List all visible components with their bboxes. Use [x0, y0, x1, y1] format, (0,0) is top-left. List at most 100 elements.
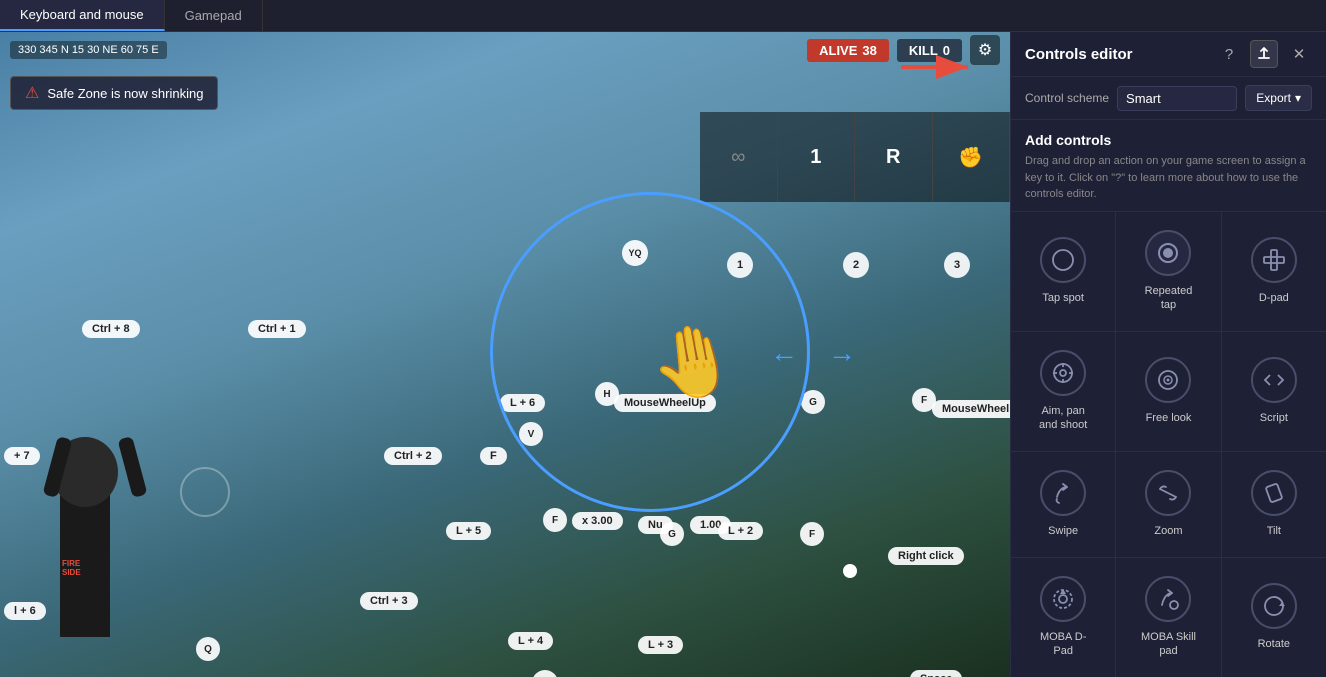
swipe-label: Swipe — [1048, 524, 1078, 538]
add-controls-title: Add controls — [1025, 132, 1312, 148]
moba-skill-icon — [1145, 576, 1191, 622]
settings-button[interactable]: ⚙ — [970, 35, 1000, 65]
inventory-strip: ∞ 1 R ✊ — [700, 112, 1010, 202]
kill-stat: KILL 0 — [897, 39, 962, 62]
zoom-icon — [1145, 470, 1191, 516]
control-swipe[interactable]: Swipe — [1011, 452, 1115, 557]
compass: 330 345 N 15 30 NE 60 75 E — [10, 41, 167, 59]
control-repeated-tap[interactable]: Repeatedtap — [1116, 212, 1220, 331]
key-mousedown[interactable]: MouseWheelDown — [932, 400, 1010, 418]
zoom-label: Zoom — [1154, 524, 1182, 538]
controls-panel: Controls editor ? ✕ Control scheme Smart… — [1010, 32, 1326, 677]
key-ctrl1[interactable]: Ctrl + 1 — [248, 320, 306, 338]
key-f4[interactable]: F — [800, 522, 824, 546]
repeated-tap-icon — [1145, 230, 1191, 276]
key-l6b[interactable]: l + 6 — [4, 602, 46, 620]
free-look-label: Free look — [1146, 411, 1192, 425]
tab-bar: Keyboard and mouse Gamepad — [0, 0, 1326, 32]
control-scheme-row: Control scheme Smart Classic Custom Expo… — [1011, 77, 1326, 120]
character-silhouette: FIRESIDE — [30, 437, 150, 637]
arrow-right-icon: → — [828, 337, 856, 369]
key-l2[interactable]: L + 2 — [718, 522, 763, 540]
warning-icon: ⚠ — [25, 83, 39, 103]
game-viewport: 330 345 N 15 30 NE 60 75 E ALIVE 38 KILL… — [0, 32, 1010, 677]
num-circle-2: 2 — [843, 252, 869, 278]
key-f1[interactable]: F — [480, 447, 507, 465]
key-q1[interactable]: Q — [196, 637, 220, 661]
hud-stats: ALIVE 38 KILL 0 ⚙ — [807, 35, 1000, 65]
inv-fist: ✊ — [933, 112, 1011, 202]
control-zoom[interactable]: Zoom — [1116, 452, 1220, 557]
control-tap-spot[interactable]: Tap spot — [1011, 212, 1115, 331]
gesture-hand-icon: 🤚 — [644, 315, 744, 411]
panel-close-button[interactable]: ✕ — [1286, 41, 1312, 67]
add-controls-desc: Drag and drop an action on your game scr… — [1025, 153, 1312, 203]
tap-spot-label: Tap spot — [1042, 291, 1084, 305]
gesture-dot — [843, 564, 857, 578]
aim-pan-icon — [1040, 350, 1086, 396]
control-d-pad[interactable]: D-pad — [1222, 212, 1326, 331]
hud-top-bar: 330 345 N 15 30 NE 60 75 E ALIVE 38 KILL… — [0, 32, 1010, 68]
panel-title: Controls editor — [1025, 46, 1133, 63]
tab-keyboard[interactable]: Keyboard and mouse — [0, 0, 165, 31]
key-g1[interactable]: G — [801, 390, 825, 414]
movement-circle — [180, 467, 230, 517]
key-l3[interactable]: L + 3 — [638, 636, 683, 654]
control-aim-pan[interactable]: Aim, panand shoot — [1011, 332, 1115, 451]
scheme-label: Control scheme — [1025, 91, 1109, 105]
tilt-icon — [1251, 470, 1297, 516]
tab-gamepad[interactable]: Gamepad — [165, 0, 263, 31]
script-label: Script — [1260, 411, 1288, 425]
control-rotate[interactable]: Rotate — [1222, 558, 1326, 677]
control-moba-dpad[interactable]: MOBA D-Pad — [1011, 558, 1115, 677]
alive-stat: ALIVE 38 — [807, 39, 889, 62]
panel-export-icon-button[interactable] — [1250, 40, 1278, 68]
main-area: 330 345 N 15 30 NE 60 75 E ALIVE 38 KILL… — [0, 32, 1326, 677]
key-ctrl8[interactable]: Ctrl + 8 — [82, 320, 140, 338]
rotate-label: Rotate — [1258, 637, 1290, 651]
key-ctrl3[interactable]: Ctrl + 3 — [360, 592, 418, 610]
control-moba-skill[interactable]: MOBA Skillpad — [1116, 558, 1220, 677]
key-l4[interactable]: L + 4 — [508, 632, 553, 650]
free-look-icon — [1145, 357, 1191, 403]
scheme-select[interactable]: Smart Classic Custom — [1117, 86, 1237, 111]
d-pad-label: D-pad — [1259, 291, 1289, 305]
controls-grid: Tap spot Repeatedtap — [1011, 212, 1326, 677]
key-rightclick[interactable]: Right click — [888, 547, 964, 565]
export-chevron-icon: ▾ — [1295, 91, 1301, 105]
control-free-look[interactable]: Free look — [1116, 332, 1220, 451]
key-space[interactable]: Space — [910, 670, 962, 677]
key-plus7[interactable]: + 7 — [4, 447, 40, 465]
safe-zone-warning: ⚠ Safe Zone is now shrinking — [10, 76, 218, 110]
num-circle-3: 3 — [944, 252, 970, 278]
arrow-left-icon: ← — [770, 337, 798, 369]
script-icon — [1251, 357, 1297, 403]
key-x300[interactable]: x 3.00 — [572, 512, 623, 530]
control-tilt[interactable]: Tilt — [1222, 452, 1326, 557]
panel-help-button[interactable]: ? — [1216, 41, 1242, 67]
rotate-icon — [1251, 583, 1297, 629]
inv-infinity: ∞ — [700, 112, 778, 202]
key-ctrl2[interactable]: Ctrl + 2 — [384, 447, 442, 465]
tilt-label: Tilt — [1267, 524, 1281, 538]
panel-header-icons: ? ✕ — [1216, 40, 1312, 68]
d-pad-icon — [1251, 237, 1297, 283]
key-l5[interactable]: L + 5 — [446, 522, 491, 540]
key-f3[interactable]: F — [543, 508, 567, 532]
gesture-arrows: ← → — [770, 337, 856, 369]
num-circle-1: 1 — [727, 252, 753, 278]
moba-skill-label: MOBA Skillpad — [1141, 630, 1196, 659]
swipe-icon — [1040, 470, 1086, 516]
panel-header: Controls editor ? ✕ — [1011, 32, 1326, 77]
export-button[interactable]: Export ▾ — [1245, 85, 1312, 111]
control-script[interactable]: Script — [1222, 332, 1326, 451]
add-controls-section: Add controls Drag and drop an action on … — [1011, 120, 1326, 212]
moba-dpad-icon — [1040, 576, 1086, 622]
inv-slot1: 1 — [778, 112, 856, 202]
moba-dpad-label: MOBA D-Pad — [1040, 630, 1086, 659]
aim-pan-label: Aim, panand shoot — [1039, 404, 1087, 433]
repeated-tap-label: Repeatedtap — [1145, 284, 1193, 313]
key-g2[interactable]: G — [660, 522, 684, 546]
inv-r: R — [855, 112, 933, 202]
tap-spot-icon — [1040, 237, 1086, 283]
